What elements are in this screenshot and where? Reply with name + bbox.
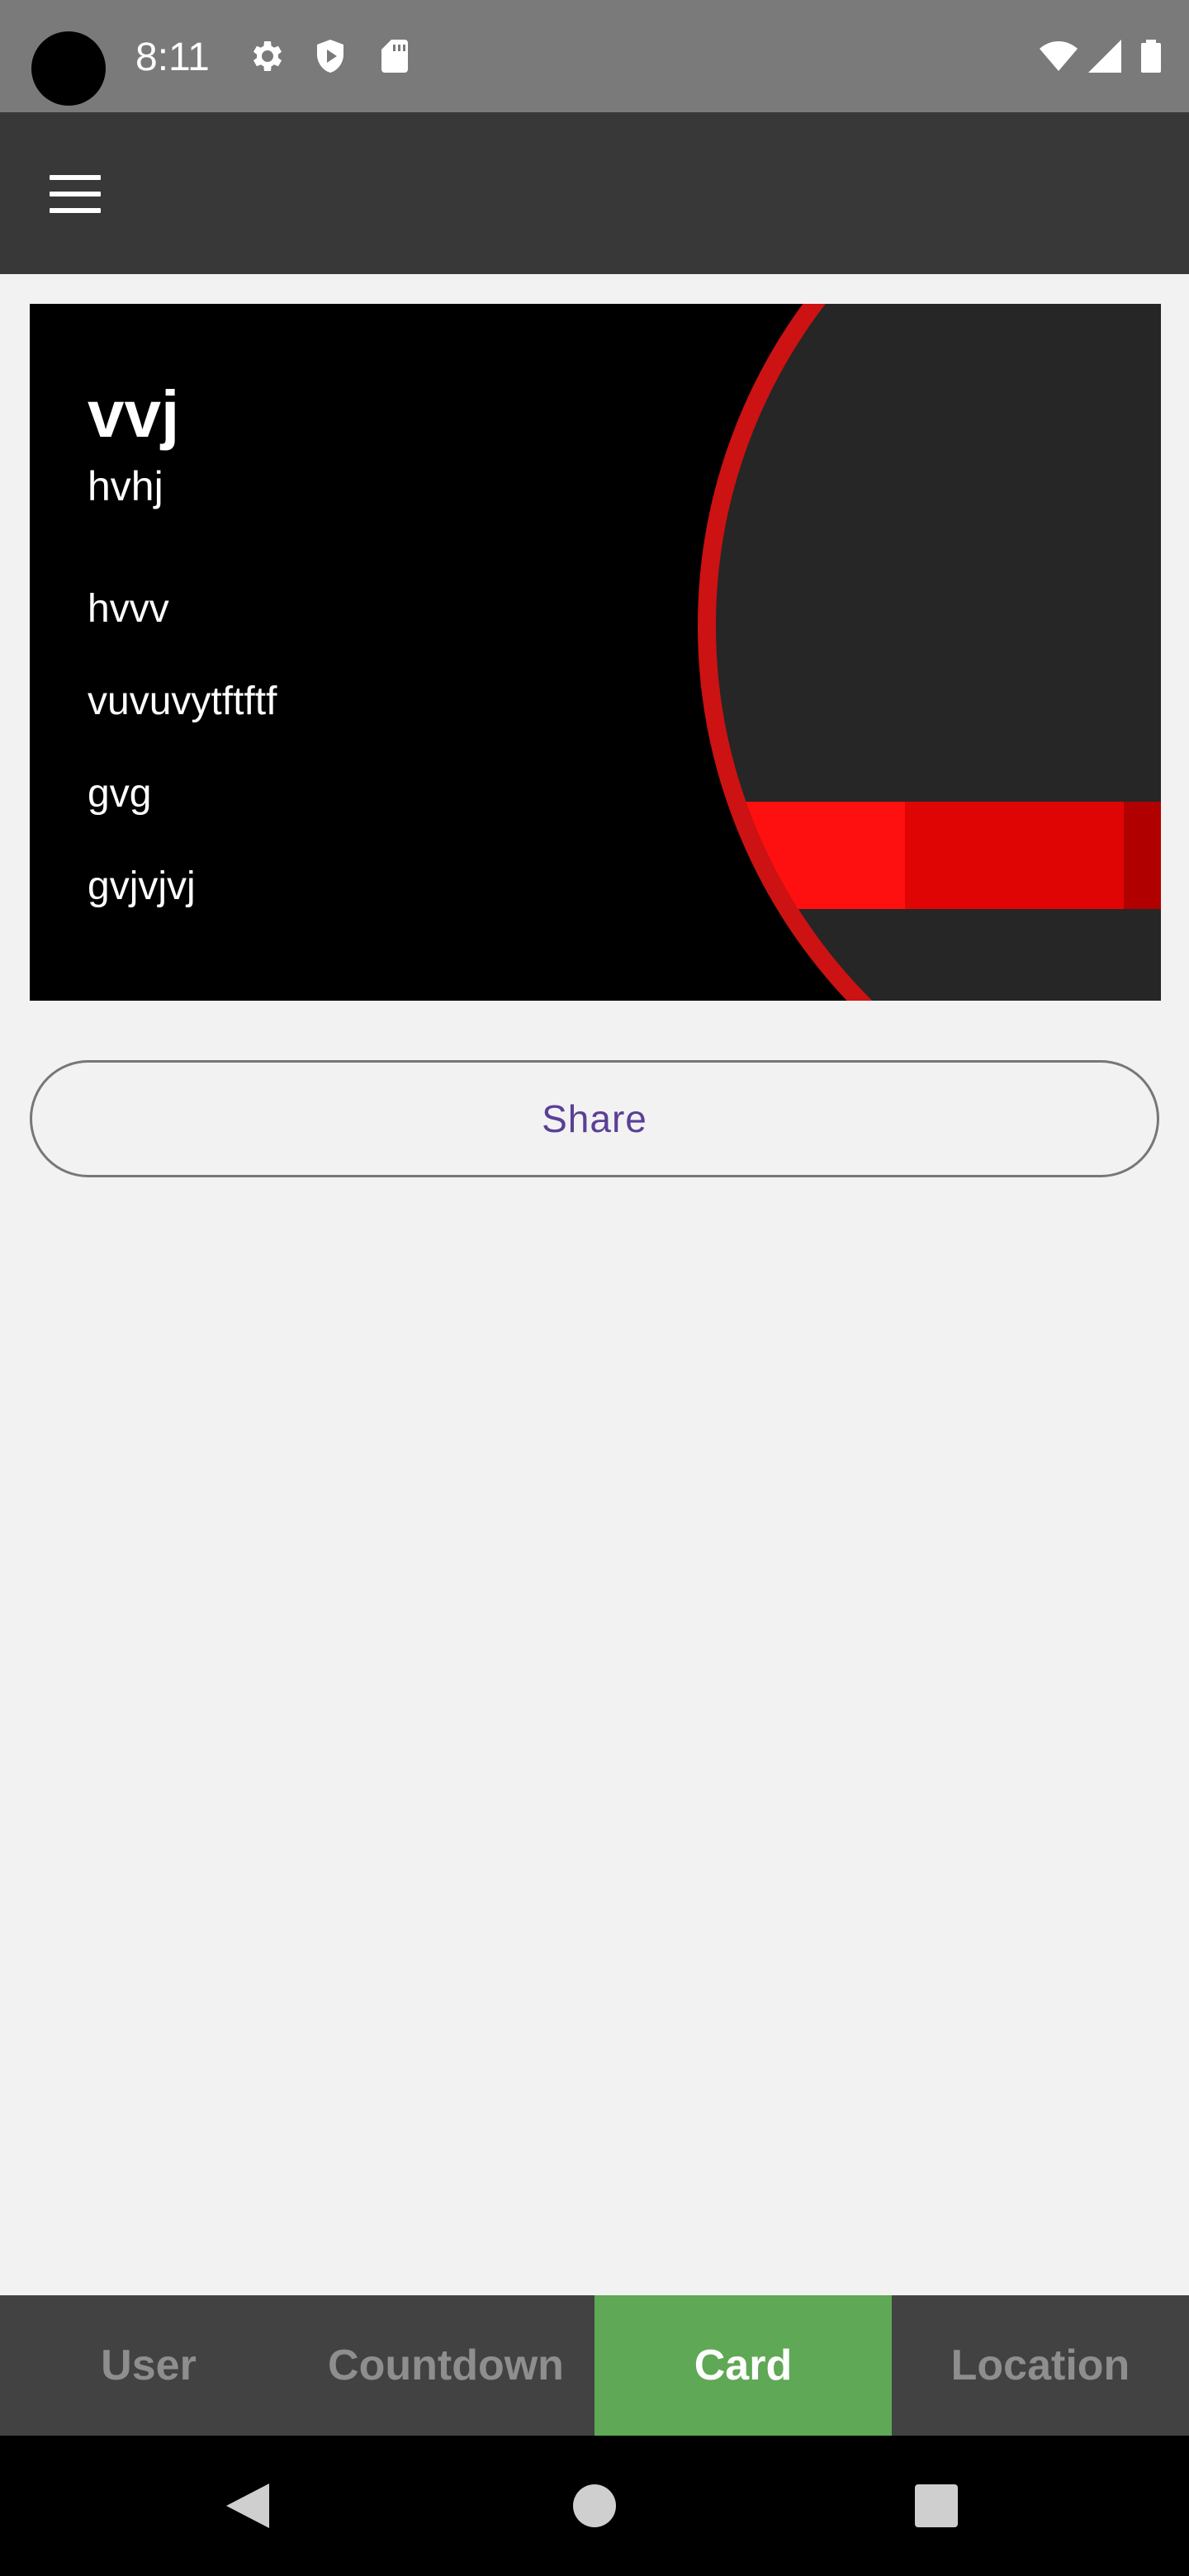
card-preview: vvj hvhj hvvv vuvuvytftftf gvg gvjvjvj [30,304,1161,1001]
hamburger-menu-icon[interactable] [41,163,107,230]
camera-cutout [31,31,106,106]
card-line: gvg [88,772,152,816]
card-line: gvjvjvj [88,864,196,908]
card-background-graphic [30,304,1161,1001]
recents-icon[interactable] [887,2436,986,2576]
tab-location[interactable]: Location [892,2295,1189,2436]
share-button-label: Share [542,1097,647,1140]
card-subtitle: hvhj [88,463,163,509]
card-line: vuvuvytftftf [88,680,277,723]
battery-icon [1141,40,1161,73]
signal-icon [1088,40,1121,73]
status-time: 8:11 [135,36,210,79]
tab-countdown[interactable]: Countdown [297,2295,594,2436]
app-bar [0,112,1189,274]
share-button[interactable]: Share [30,1060,1159,1177]
wifi-icon [1040,41,1078,71]
tab-card[interactable]: Card [594,2295,892,2436]
card-title: vvj [88,377,180,451]
card-line: hvvv [88,587,169,631]
sd-card-icon [381,40,408,73]
system-nav-bar [0,2436,1189,2576]
home-icon[interactable] [545,2436,644,2576]
shield-play-icon [317,40,343,73]
settings-icon [253,41,282,71]
back-icon[interactable] [198,2436,297,2576]
tab-user[interactable]: User [0,2295,297,2436]
bottom-tab-bar: User Countdown Card Location [0,2295,1189,2436]
status-bar: 8:11 [0,0,1189,112]
